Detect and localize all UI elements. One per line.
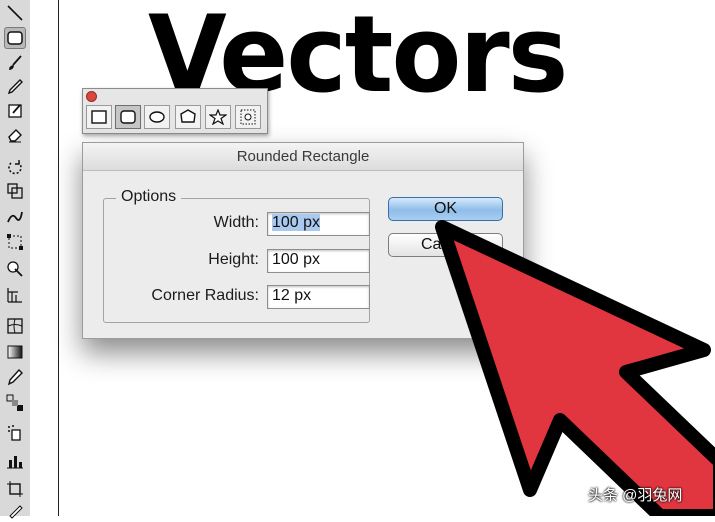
width-label: Width: bbox=[213, 214, 259, 231]
corner-radius-label: Corner Radius: bbox=[151, 287, 259, 304]
width-value: 100 px bbox=[272, 214, 321, 231]
rounded-rectangle-icon[interactable] bbox=[4, 27, 26, 49]
height-field[interactable]: 100 px bbox=[267, 249, 370, 273]
rectangle-tool-icon[interactable] bbox=[86, 105, 112, 129]
artboard-icon[interactable] bbox=[4, 478, 26, 500]
symbol-sprayer-icon[interactable] bbox=[4, 422, 26, 444]
shape-builder-icon[interactable] bbox=[4, 258, 26, 280]
ellipse-tool-icon[interactable] bbox=[144, 105, 170, 129]
options-group: Options Width: 100 px Height: 100 px Cor… bbox=[103, 188, 370, 323]
pencil-icon[interactable] bbox=[4, 76, 26, 98]
dialog-title: Rounded Rectangle bbox=[83, 143, 523, 171]
warp-icon[interactable] bbox=[4, 206, 26, 228]
toolbar-edge bbox=[30, 0, 59, 516]
rotate-icon[interactable] bbox=[4, 156, 26, 178]
flare-tool-icon[interactable] bbox=[235, 105, 261, 129]
rounded-rectangle-tool-icon[interactable] bbox=[115, 105, 141, 129]
column-graph-icon[interactable] bbox=[4, 450, 26, 472]
width-field[interactable]: 100 px bbox=[267, 212, 370, 236]
perspective-grid-icon[interactable] bbox=[4, 284, 26, 306]
blob-brush-icon[interactable] bbox=[4, 100, 26, 122]
height-value: 100 px bbox=[272, 251, 321, 268]
corner-radius-value: 12 px bbox=[272, 287, 312, 304]
shape-tools-palette bbox=[82, 88, 268, 134]
line-segment-icon[interactable] bbox=[4, 2, 26, 24]
height-row: Height: bbox=[104, 249, 259, 273]
star-tool-icon[interactable] bbox=[205, 105, 231, 129]
free-transform-icon[interactable] bbox=[4, 231, 26, 253]
watermark: 头条 @羽兔网 bbox=[588, 487, 683, 504]
corner-radius-field[interactable]: 12 px bbox=[267, 285, 370, 309]
close-icon[interactable] bbox=[86, 91, 97, 102]
scale-icon[interactable] bbox=[4, 180, 26, 202]
mesh-icon[interactable] bbox=[4, 315, 26, 337]
height-label: Height: bbox=[208, 251, 259, 268]
tools-panel bbox=[0, 0, 31, 519]
corner-radius-row: Corner Radius: bbox=[104, 285, 259, 309]
red-arrow-icon bbox=[435, 220, 715, 516]
blend-icon[interactable] bbox=[4, 392, 26, 414]
gradient-icon[interactable] bbox=[4, 341, 26, 363]
polygon-tool-icon[interactable] bbox=[175, 105, 201, 129]
eraser-icon[interactable] bbox=[4, 124, 26, 146]
options-label: Options bbox=[116, 188, 182, 206]
paintbrush-icon[interactable] bbox=[4, 52, 26, 74]
slice-icon[interactable] bbox=[4, 500, 26, 522]
width-row: Width: bbox=[104, 212, 259, 236]
eyedropper-icon[interactable] bbox=[4, 366, 26, 388]
